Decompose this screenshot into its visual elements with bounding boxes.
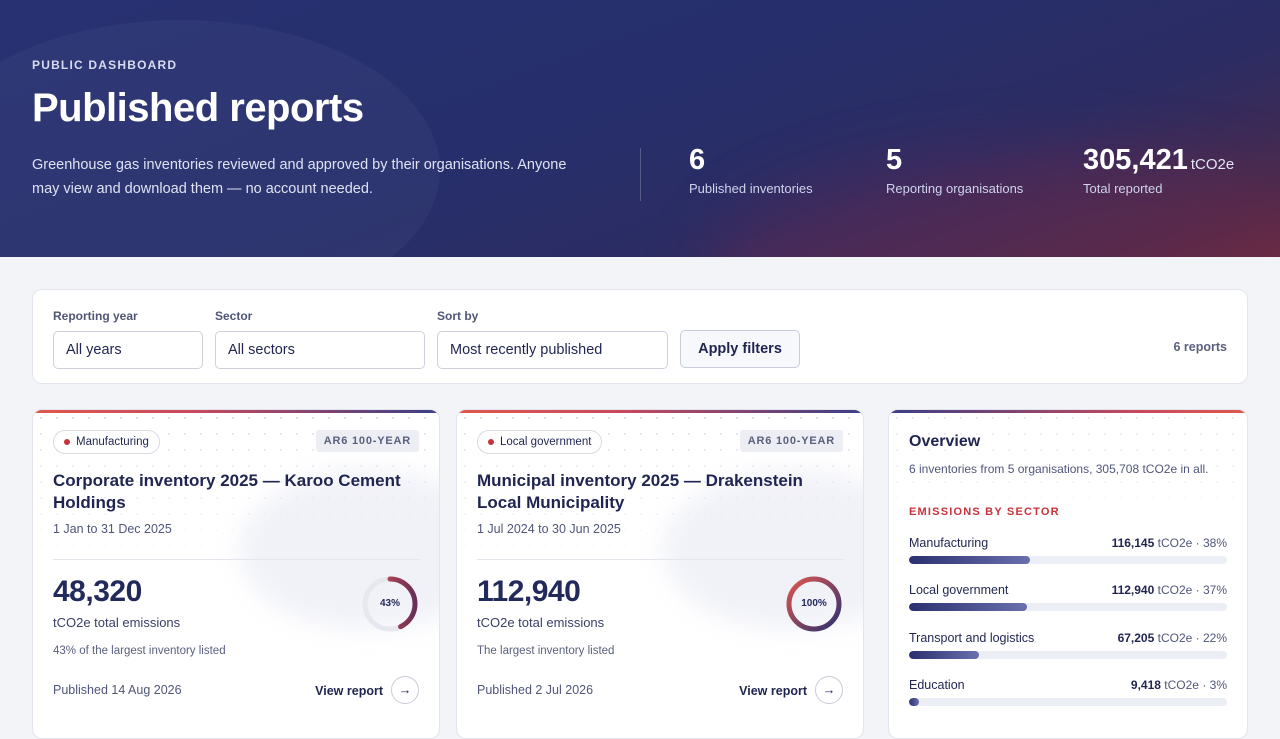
sector-row: Local government 112,940 tCO2e · 37% [909,583,1227,623]
sort-filter-label: Sort by [437,309,479,323]
sector-select[interactable]: All sectors [215,331,425,369]
sector-badge: Local government [477,430,603,454]
ring-label: 100% [801,598,827,609]
hero-description: Greenhouse gas inventories reviewed and … [32,157,567,197]
sector-share: tCO2e · 3% [1164,678,1227,692]
status-dot-icon [64,439,70,445]
sector-share: tCO2e · 22% [1157,631,1227,645]
stat-number: 6 [689,144,706,176]
sector-bar-fill [909,603,1027,611]
overview-summary: 6 inventories from 5 organisations, 305,… [909,462,1209,476]
sector-share: tCO2e · 38% [1157,536,1227,550]
stat-label: Reporting organisations [886,181,1024,196]
sector-amount: 67,205 [1117,631,1155,645]
page-title: Published reports [32,86,364,130]
report-period: 1 Jan to 31 Dec 2025 [53,522,172,536]
share-ring-gauge: 100% [785,575,843,633]
published-date: Published 2 Jul 2026 [477,683,594,697]
report-count: 6 reports [1173,340,1228,354]
report-period: 1 Jul 2024 to 30 Jun 2025 [477,522,621,536]
sector-value: 112,940 tCO2e · 37% [1112,583,1227,597]
total-emissions-value: 112,940 [477,575,581,608]
card-divider [477,559,843,560]
sector-value: 9,418 tCO2e · 3% [1131,678,1227,692]
sector-name: Transport and logistics [909,631,1035,645]
sector-breakdown-heading: EMISSIONS BY SECTOR [909,506,1060,518]
apply-filters-button[interactable]: Apply filters [680,330,800,368]
sector-name: Manufacturing [909,536,989,550]
sector-amount: 112,940 [1111,583,1155,597]
sector-bar-fill [909,698,919,706]
sector-filter-group: Sector All sectors [215,309,425,369]
view-report-link[interactable]: View report [315,684,383,698]
ring-label: 43% [379,598,400,609]
sector-filter-label: Sector [215,309,253,323]
hero-kicker: PUBLIC DASHBOARD [32,58,178,72]
sector-badge: Manufacturing [53,430,160,454]
stat-label: Published inventories [689,181,813,196]
share-ring-gauge: 43% [361,575,419,633]
gwp-badge: AR6 100-YEAR [739,430,843,452]
status-dot-icon [488,439,494,445]
year-filter-label: Reporting year [53,309,138,323]
stat-total-reported: 305,421 tCO2e Total reported [1083,144,1234,196]
sector-share: tCO2e · 37% [1157,583,1227,597]
card-divider [53,559,419,560]
sector-bar-fill [909,556,1030,564]
sector-bar-track [909,603,1227,611]
stat-value: 305,421 tCO2e [1083,144,1234,177]
sector-amount: 116,145 [1111,536,1155,550]
card-accent-line [457,410,863,413]
overview-title: Overview [909,433,981,450]
total-emissions-unit: tCO2e total emissions [53,615,181,630]
stat-value: 5 [886,144,1023,177]
sector-bar-fill [909,651,979,659]
sector-row: Transport and logistics 67,205 tCO2e · 2… [909,631,1227,671]
sector-bar-track [909,556,1227,564]
stat-reporting-organisations: 5 Reporting organisations [886,144,1023,196]
arrow-right-icon[interactable]: → [815,676,843,704]
stat-number: 5 [886,144,903,176]
sector-value: 67,205 tCO2e · 22% [1118,631,1227,645]
total-emissions-value: 48,320 [53,575,142,608]
relative-size-note: The largest inventory listed [477,645,615,657]
stat-number: 305,421 [1083,144,1188,176]
view-report-link[interactable]: View report [739,684,807,698]
card-accent-line [889,410,1247,413]
sector-badge-label: Manufacturing [76,436,149,448]
arrow-right-icon[interactable]: → [391,676,419,704]
hero-divider [640,148,641,201]
stat-published-inventories: 6 Published inventories [689,144,813,196]
sector-badge-label: Local government [500,436,592,448]
sector-row: Manufacturing 116,145 tCO2e · 38% [909,536,1227,576]
stat-value: 6 [689,144,813,177]
sort-select[interactable]: Most recently published [437,331,668,369]
sector-name: Education [909,678,965,692]
sector-bar-track [909,698,1227,706]
sector-amount: 9,418 [1130,678,1161,692]
gwp-badge: AR6 100-YEAR [315,430,419,452]
sector-name: Local government [909,583,1009,597]
hero-decoration [0,20,440,257]
hero-banner: PUBLIC DASHBOARD Published reports Green… [0,0,1280,257]
stat-unit: tCO2e [1190,156,1235,173]
report-title[interactable]: Municipal inventory 2025 — Drakenstein L… [477,470,847,514]
report-card: Manufacturing AR6 100-YEAR Corporate inv… [32,409,440,739]
report-title[interactable]: Corporate inventory 2025 — Karoo Cement … [53,470,423,514]
total-emissions-unit: tCO2e total emissions [477,615,605,630]
sector-bar-track [909,651,1227,659]
stat-label: Total reported [1083,181,1163,196]
sort-filter-group: Sort by Most recently published [437,309,668,369]
sector-value: 116,145 tCO2e · 38% [1112,536,1227,550]
card-accent-line [33,410,439,413]
relative-size-note: 43% of the largest inventory listed [53,645,226,657]
report-card: Local government AR6 100-YEAR Municipal … [456,409,864,739]
filter-bar: Reporting year All years Sector All sect… [32,289,1248,384]
year-select[interactable]: All years [53,331,203,369]
published-date: Published 14 Aug 2026 [53,683,182,697]
year-filter-group: Reporting year All years [53,309,203,369]
sector-row: Education 9,418 tCO2e · 3% [909,678,1227,718]
overview-panel: Overview 6 inventories from 5 organisati… [888,409,1248,739]
